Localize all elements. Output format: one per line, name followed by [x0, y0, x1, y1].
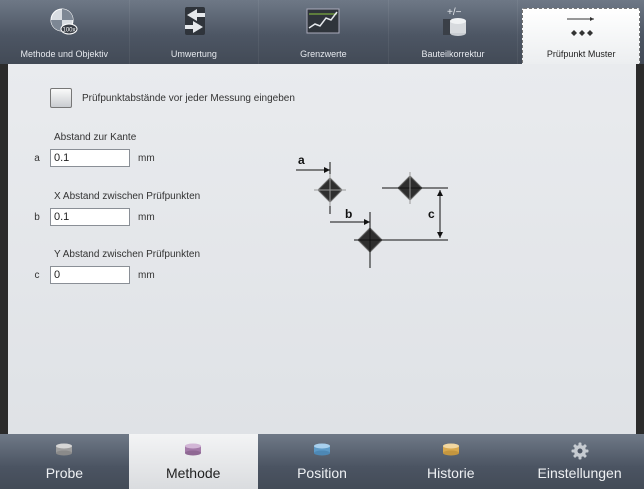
- nav-label: Probe: [45, 465, 84, 481]
- enter-distances-checkbox[interactable]: [50, 88, 72, 108]
- field-letter: c: [34, 269, 40, 281]
- tab-label: Prüfpunkt Muster: [546, 49, 616, 59]
- edge-distance-input[interactable]: [50, 149, 130, 167]
- field-title: Abstand zur Kante: [54, 132, 137, 143]
- enter-distances-checkbox-row: Prüfpunktabstände vor jeder Messung eing…: [50, 88, 295, 108]
- field-title: X Abstand zwischen Prüfpunkten: [54, 191, 201, 202]
- tab-methode-und-objektiv[interactable]: 100x Methode und Objektiv: [0, 0, 130, 64]
- position-cylinder-icon: [313, 442, 331, 459]
- field-letter: a: [34, 152, 40, 164]
- history-cylinder-icon: [442, 442, 460, 459]
- checkbox-label: Prüfpunktabstände vor jeder Messung eing…: [82, 92, 295, 104]
- diagram-label-a: a: [298, 153, 305, 167]
- bottom-navigation: Probe Methode Position Historie Einstell…: [0, 434, 644, 489]
- tab-umwertung[interactable]: Umwertung: [130, 0, 260, 64]
- nav-historie[interactable]: Historie: [386, 434, 515, 489]
- y-distance-field-group: Y Abstand zwischen Prüfpunkten c mm: [24, 249, 200, 284]
- svg-text:100x: 100x: [63, 28, 76, 34]
- edge-distance-field-group: Abstand zur Kante a mm: [24, 132, 155, 167]
- nav-position[interactable]: Position: [258, 434, 387, 489]
- diagram-label-b: b: [345, 207, 352, 221]
- objective-lens-icon: 100x: [47, 6, 81, 38]
- tab-label: Bauteilkorrektur: [421, 49, 485, 59]
- nav-methode[interactable]: Methode: [128, 434, 258, 489]
- field-unit: mm: [138, 269, 155, 281]
- tab-label: Grenzwerte: [300, 49, 347, 59]
- settings-gear-icon: [571, 442, 589, 463]
- field-letter: b: [34, 211, 40, 223]
- diagram-label-c: c: [428, 207, 435, 221]
- tab-label: Umwertung: [170, 49, 217, 59]
- x-distance-input[interactable]: [50, 208, 130, 226]
- nav-einstellungen[interactable]: Einstellungen: [515, 434, 644, 489]
- tab-bauteilkorrektur[interactable]: +/− Bauteilkorrektur: [389, 0, 519, 64]
- probe-cylinder-icon: [55, 442, 73, 459]
- svg-text:+/−: +/−: [447, 7, 462, 18]
- field-unit: mm: [138, 211, 155, 223]
- y-distance-input[interactable]: [50, 266, 130, 284]
- top-toolbar: 100x Methode und Objektiv Umwertung Gren…: [0, 0, 644, 64]
- part-correction-icon: +/−: [437, 6, 469, 40]
- limits-chart-icon: [305, 6, 341, 38]
- nav-probe[interactable]: Probe: [0, 434, 129, 489]
- nav-label: Einstellungen: [537, 465, 622, 481]
- tab-label: Methode und Objektiv: [20, 49, 109, 59]
- conversion-arrows-icon: [179, 6, 209, 38]
- content-panel: Prüfpunktabstände vor jeder Messung eing…: [8, 64, 636, 434]
- method-cylinder-icon: [184, 442, 202, 459]
- x-distance-field-group: X Abstand zwischen Prüfpunkten b mm: [24, 191, 200, 226]
- nav-label: Position: [297, 465, 347, 481]
- field-title: Y Abstand zwischen Prüfpunkten: [54, 249, 201, 260]
- point-pattern-icon: [564, 13, 598, 43]
- tab-pruefpunkt-muster[interactable]: Prüfpunkt Muster: [522, 8, 641, 64]
- tab-grenzwerte[interactable]: Grenzwerte: [259, 0, 389, 64]
- point-pattern-diagram: a b c: [278, 146, 458, 281]
- nav-label: Methode: [165, 465, 221, 481]
- nav-label: Historie: [427, 465, 475, 481]
- field-unit: mm: [138, 152, 155, 164]
